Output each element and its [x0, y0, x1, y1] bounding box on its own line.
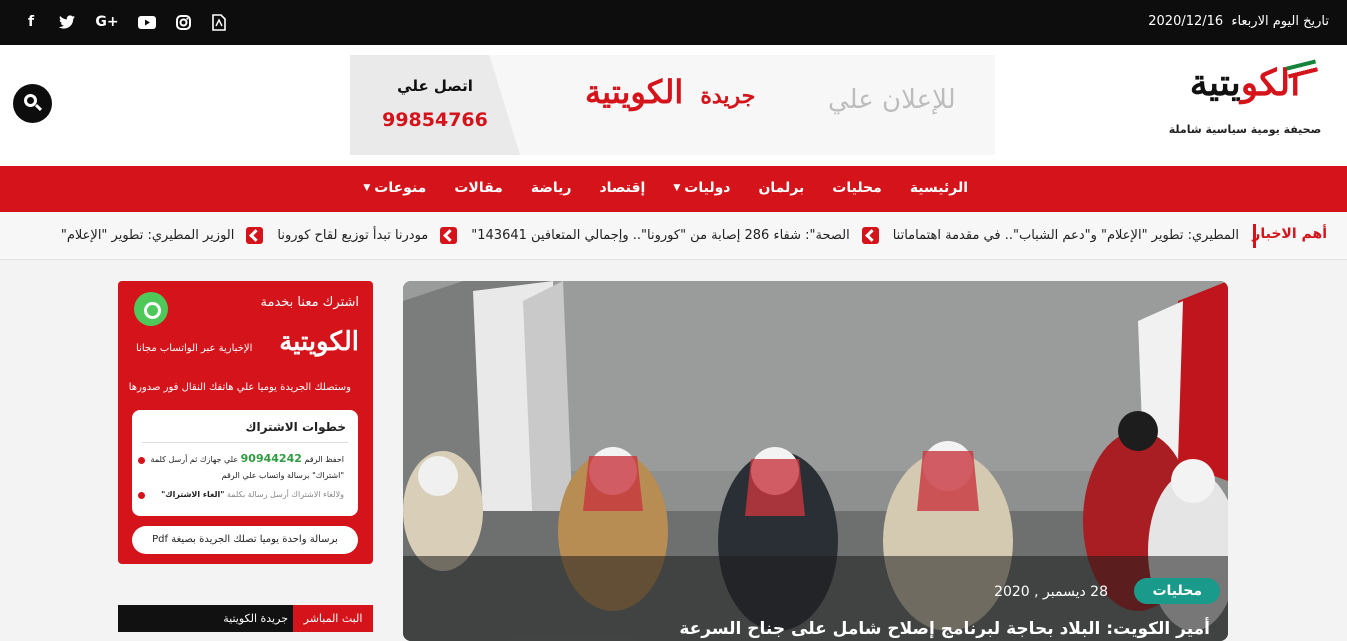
- nav-item[interactable]: برلمان: [744, 166, 818, 210]
- site-logo[interactable]: الكويتية صحيفة يومية سياسية شاملة: [1165, 57, 1325, 152]
- live-tabs: البث المباشر جريدة الكويتية: [118, 605, 373, 632]
- site-slogan: صحيفة يومية سياسية شاملة: [1168, 123, 1322, 136]
- site-header: الكويتية صحيفة يومية سياسية شاملة اتصل ع…: [0, 45, 1347, 166]
- caret-down-icon: ▼: [363, 183, 371, 193]
- ticker-bullet-icon: [440, 227, 458, 244]
- nav-item[interactable]: دوليات ▼: [659, 166, 744, 210]
- nav-item[interactable]: رياضة: [517, 166, 586, 210]
- promo-whatsapp-line: الإخبارية عبر الواتساب مجانا: [136, 343, 253, 354]
- step-unsubscribe: ولالغاء الاشتراك أرسل رسالة بكلمة "الغاء…: [161, 490, 344, 499]
- caret-down-icon: ▼: [673, 183, 681, 193]
- social-links: f G+: [22, 12, 228, 32]
- ticker-item[interactable]: مودرنا تبدأ توزيع لقاح كورونا: [277, 228, 428, 243]
- news-ticker: أهم الاخبار المطيري: تطوير "الإعلام" و"د…: [0, 212, 1347, 260]
- nav-item[interactable]: إقتصاد: [585, 166, 659, 210]
- ad-call-number: 99854766: [382, 109, 488, 131]
- ad-paper-name: جريدة الكويتية: [585, 73, 756, 111]
- ad-for-ads-label: للإعلان علي: [828, 85, 956, 115]
- ad-call-label: اتصل علي: [397, 77, 473, 95]
- article-headline[interactable]: أمير الكويت: البلاد بحاجة لبرنامج إصلاح …: [679, 619, 1210, 639]
- ticker-bullet-icon: [861, 227, 879, 244]
- nav-item[interactable]: محليات: [818, 166, 896, 210]
- step-bullet-icon: [138, 492, 145, 499]
- step-subscribe: احفظ الرقم 90944242 علي جهازك ثم أرسل كل…: [150, 452, 344, 480]
- search-button[interactable]: [13, 84, 52, 123]
- nav-item[interactable]: مقالات: [440, 166, 517, 210]
- tab-newspaper[interactable]: جريدة الكويتية: [223, 605, 288, 632]
- main-nav: الرئيسية محليات برلمان دوليات ▼ إقتصاد رياضة مق…: [0, 166, 1347, 212]
- facebook-icon[interactable]: f: [22, 12, 40, 32]
- ticker-item[interactable]: الصحة": شفاء 286 إصابة من "كورونا".. وإج…: [471, 228, 849, 243]
- promo-brand: الكويتية: [279, 327, 359, 357]
- twitter-icon[interactable]: [58, 12, 76, 32]
- promo-receive-line: وستصلك الجريدة يوميا علي هاتفك النقال فو…: [128, 382, 351, 393]
- youtube-icon[interactable]: [138, 12, 156, 32]
- whatsapp-subscribe-widget: اشترك معنا بخدمة الكويتية الإخبارية عبر …: [118, 281, 373, 564]
- pdf-icon[interactable]: [210, 12, 228, 32]
- nav-item[interactable]: الرئيسية: [896, 166, 982, 210]
- featured-article[interactable]: محليات 28 ديسمبر , 2020 أمير الكويت: الب…: [403, 281, 1228, 641]
- whatsapp-icon: [134, 292, 168, 326]
- article-category-badge[interactable]: محليات: [1134, 578, 1220, 604]
- google-plus-icon[interactable]: G+: [94, 12, 120, 32]
- instagram-icon[interactable]: [174, 12, 192, 32]
- promo-subscribe-line: اشترك معنا بخدمة: [260, 295, 359, 310]
- nav-item[interactable]: منوعات ▼: [349, 166, 440, 210]
- ticker-bullet-icon: [246, 227, 264, 244]
- ticker-label: أهم الاخبار: [1252, 226, 1327, 242]
- ad-contact-box: اتصل علي 99854766: [350, 55, 520, 155]
- current-date: تاريخ اليوم الاربعاء 2020/12/16: [1148, 14, 1329, 29]
- steps-title: خطوات الاشتراك: [245, 420, 346, 434]
- step-bullet-icon: [138, 457, 145, 464]
- subscription-steps: خطوات الاشتراك احفظ الرقم 90944242 علي ج…: [132, 410, 358, 516]
- pdf-subscribe-button[interactable]: برسالة واحدة يوميا تصلك الجريدة بصيغة Pd…: [132, 526, 358, 554]
- tab-live[interactable]: البث المباشر: [293, 605, 373, 632]
- header-ad-banner[interactable]: اتصل علي 99854766 جريدة الكويتية للإعلان…: [350, 55, 995, 155]
- ticker-item[interactable]: الوزير المطيري: تطوير "الإعلام": [61, 228, 235, 243]
- ticker-item[interactable]: المطيري: تطوير "الإعلام" و"دعم الشباب"..…: [893, 228, 1239, 243]
- top-bar: تاريخ اليوم الاربعاء 2020/12/16 f G+: [0, 0, 1347, 45]
- article-date: 28 ديسمبر , 2020: [994, 584, 1108, 600]
